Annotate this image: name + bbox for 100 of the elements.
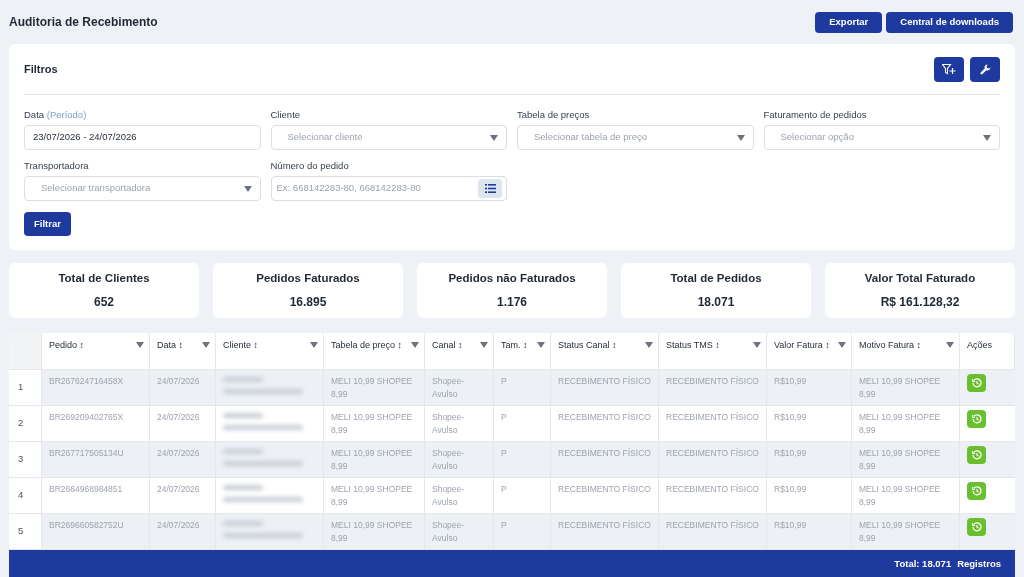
- stat-label: Total de Pedidos: [670, 271, 762, 287]
- table-cell-text: P: [501, 483, 508, 496]
- order-number-input[interactable]: Ex: 668142283-80, 668142283-80: [276, 181, 478, 196]
- table-cell-text: Shopee-Avulso: [432, 483, 466, 509]
- caret-icon: [490, 134, 498, 141]
- field-label: Tabela de preços: [517, 108, 591, 120]
- field-label: Cliente: [270, 108, 302, 120]
- table-cell-text: R$10,99: [774, 519, 808, 532]
- table-cell-text: MELI 10,99 SHOPEE 8,99: [859, 519, 942, 545]
- total-count: Total: 18.071: [894, 556, 952, 571]
- stat-label: Valor Total Faturado: [864, 271, 976, 287]
- stat-value: R$ 161.128,32: [880, 293, 960, 311]
- table-cell: RECEBIMENTO FÍSICO: [666, 411, 759, 424]
- column-header[interactable]: Pedido ↕: [49, 339, 85, 352]
- table-cell-text: P: [501, 447, 508, 460]
- table-cell-text: MELI 10,99 SHOPEE 8,99: [859, 483, 942, 509]
- field-label: Data (Período): [24, 108, 88, 120]
- row-number: 2: [18, 416, 24, 431]
- column-header[interactable]: Tabela de preço ↕: [331, 339, 403, 352]
- table-cell-text: MELI 10,99 SHOPEE 8,99: [859, 411, 942, 437]
- table-cell-text: BR269209402765X: [49, 411, 125, 424]
- table-cell-text: MELI 10,99 SHOPEE 8,99: [331, 447, 414, 473]
- table-cell-text: Shopee-Avulso: [432, 411, 466, 437]
- table-cell-text: MELI 10,99 SHOPEE 8,99: [859, 447, 942, 473]
- history-icon: [971, 414, 982, 424]
- table-cell-text: R$10,99: [774, 447, 808, 460]
- column-header[interactable]: Valor Fatura ↕: [774, 339, 830, 352]
- table-cell-text: BR267624716458X: [49, 375, 125, 388]
- stat-label: Total de Clientes: [58, 271, 150, 287]
- stat-value: 18.071: [697, 293, 735, 311]
- column-header[interactable]: Motivo Fatura ↕: [859, 339, 922, 352]
- caret-icon: [736, 134, 745, 141]
- table-cell: RECEBIMENTO FÍSICO: [558, 447, 651, 460]
- table-cell-text: R$10,99: [774, 375, 808, 388]
- table-cell: RECEBIMENTO FÍSICO: [666, 447, 759, 460]
- row-number: 5: [18, 524, 24, 539]
- field-label: Número do pedido: [270, 159, 350, 171]
- stat-value: 652: [94, 293, 114, 311]
- column-header[interactable]: Ações: [967, 339, 992, 352]
- date-range-field[interactable]: 23/07/2026 - 24/07/2026: [24, 125, 261, 150]
- table-cell-text: R$10,99: [774, 411, 808, 424]
- column-header[interactable]: Cliente ↕: [223, 339, 258, 352]
- field-label: Faturamento de pedidos: [763, 108, 868, 120]
- list-button[interactable]: [478, 179, 502, 198]
- history-icon: [971, 450, 982, 460]
- row-number: 3: [18, 452, 24, 467]
- page-title: Auditoria de Recebimento: [9, 14, 158, 31]
- column-header[interactable]: Status Canal ↕: [558, 339, 617, 352]
- table-cell-text: BR2664968984851: [49, 483, 124, 496]
- table-cell-text: MELI 10,99 SHOPEE 8,99: [859, 375, 942, 401]
- header-button[interactable]: Central de downloads: [886, 11, 1013, 33]
- history-icon: [971, 486, 982, 496]
- table-cell-text: 24/07/2026: [157, 411, 201, 424]
- table-cell-text: MELI 10,99 SHOPEE 8,99: [331, 411, 414, 437]
- table-cell-text: Shopee-Avulso: [432, 375, 466, 401]
- column-header[interactable]: Canal ↕: [432, 339, 463, 352]
- history-button[interactable]: [967, 410, 986, 428]
- add-filter-button[interactable]: [934, 56, 964, 82]
- table-cell: RECEBIMENTO FÍSICO: [558, 519, 651, 532]
- row-number: 4: [18, 488, 24, 503]
- history-button[interactable]: [967, 446, 986, 464]
- column-header[interactable]: Status TMS ↕: [666, 339, 720, 352]
- table-cell-text: MELI 10,99 SHOPEE 8,99: [331, 375, 414, 401]
- history-button[interactable]: [967, 374, 986, 392]
- table-cell-text: MELI 10,99 SHOPEE 8,99: [331, 519, 414, 545]
- history-icon: [971, 522, 982, 532]
- column-header[interactable]: Data ↕: [157, 339, 183, 352]
- table-cell-text: P: [501, 519, 508, 532]
- caret-icon: [983, 134, 991, 141]
- table-cell: RECEBIMENTO FÍSICO: [558, 483, 651, 496]
- filter-button[interactable]: Filtrar: [24, 212, 71, 236]
- order-number-field[interactable]: Ex: 668142283-80, 668142283-80: [270, 176, 507, 201]
- header-button[interactable]: Exportar: [815, 11, 883, 33]
- table-cell: RECEBIMENTO FÍSICO: [666, 483, 759, 496]
- history-icon: [971, 378, 982, 388]
- total-unit: Registros: [957, 556, 1001, 571]
- list-icon: [484, 184, 496, 193]
- panel-title: Filtros: [24, 61, 58, 77]
- settings-button[interactable]: [970, 56, 1000, 82]
- table-cell: RECEBIMENTO FÍSICO: [666, 519, 759, 532]
- table-cell-text: 24/07/2026: [157, 375, 201, 388]
- history-button[interactable]: [967, 518, 986, 536]
- table-cell-text: 24/07/2026: [157, 483, 201, 496]
- stat-label: Pedidos não Faturados: [448, 271, 576, 287]
- table-cell-text: P: [501, 375, 508, 388]
- table-cell-text: R$10,99: [774, 483, 808, 496]
- table-cell-text: 24/07/2026: [157, 447, 201, 460]
- filter-plus-icon: [942, 63, 956, 75]
- table-cell-text: Shopee-Avulso: [432, 519, 466, 545]
- table-cell-text: MELI 10,99 SHOPEE 8,99: [331, 483, 414, 509]
- history-button[interactable]: [967, 482, 986, 500]
- field-label: Transportadora: [24, 159, 90, 171]
- stat-label: Pedidos Faturados: [256, 271, 360, 287]
- table-cell-text: 24/07/2026: [157, 519, 201, 532]
- table-cell: RECEBIMENTO FÍSICO: [558, 411, 651, 424]
- table-cell-text: BR267717505134U: [49, 447, 125, 460]
- stat-value: 1.176: [497, 293, 527, 311]
- table-cell: RECEBIMENTO FÍSICO: [558, 375, 651, 388]
- column-header[interactable]: Tam. ↕: [501, 339, 528, 352]
- row-number: 1: [18, 380, 24, 395]
